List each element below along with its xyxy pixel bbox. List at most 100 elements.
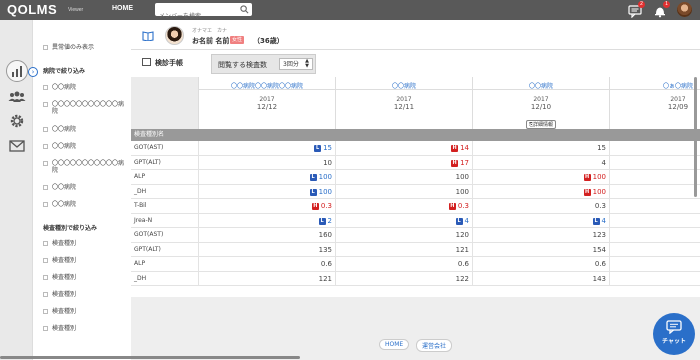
result-cell: 0.6 [336, 257, 473, 271]
result-value: 100 [318, 173, 332, 181]
checkbox[interactable] [43, 85, 48, 90]
horizontal-scrollbar[interactable] [0, 356, 300, 359]
result-value: 120 [455, 231, 469, 239]
checkbox[interactable] [43, 326, 48, 331]
filter-label: 検査種別 [52, 240, 77, 247]
detail-button[interactable]: ⎘詳細情報 [525, 120, 557, 129]
result-value: 0.6 [320, 260, 332, 268]
low-flag-icon: L [309, 188, 317, 196]
table-row: _DHL100100H1001001 [131, 184, 700, 199]
chat-button[interactable]: チャット [653, 313, 695, 355]
notification-button[interactable]: 1 [653, 1, 670, 18]
chart-nav-button[interactable] [6, 60, 28, 82]
high-flag-icon: H [448, 203, 456, 210]
result-cell: L4 [336, 213, 473, 228]
low-flag-icon: L [309, 174, 317, 181]
result-cell: 0.3 [473, 199, 610, 213]
high-flag-icon: H [451, 159, 459, 167]
type-filter-item[interactable]: 検査種別 [43, 240, 76, 247]
result-value: 4 [601, 158, 606, 167]
test-name: ALP [134, 260, 146, 267]
result-cell [610, 228, 700, 242]
user-avatar[interactable] [677, 2, 692, 17]
collapse-panel-icon[interactable]: › [28, 67, 38, 77]
checkbox[interactable] [43, 309, 48, 314]
table-row: ALP 0.6 0.6 0.6 [131, 257, 700, 272]
checkbox[interactable] [43, 45, 48, 50]
app-logo[interactable]: QOLMS [7, 2, 57, 17]
checkbox[interactable] [43, 202, 48, 207]
filter-label: 〇〇〇〇〇〇〇〇〇〇〇病院 [52, 101, 125, 115]
result-cell [610, 199, 700, 213]
type-filter-item[interactable]: 検査種別 [43, 325, 76, 332]
checkbox[interactable] [43, 275, 48, 280]
type-filter-item[interactable]: 検査種別 [43, 257, 76, 264]
group-icon[interactable] [8, 88, 26, 106]
checkbox[interactable] [43, 127, 48, 132]
hospital-filter-item[interactable]: 〇〇病院 [43, 184, 76, 191]
hospital-filter-item[interactable]: 〇〇〇〇〇〇〇〇〇〇〇病院 [43, 101, 127, 115]
type-filter-item[interactable]: 検査種別 [43, 291, 76, 298]
hospital-filter-item[interactable]: 〇〇病院 [43, 201, 76, 208]
test-name: ALP [134, 173, 146, 180]
result-value: 15 [597, 144, 606, 152]
hospital-filter-item[interactable]: 〇〇〇〇〇〇〇〇〇〇〇病院 [43, 160, 127, 174]
result-value: 0.6 [594, 260, 606, 268]
result-value: 121 [455, 245, 469, 254]
hospital-filter-item[interactable]: 〇〇病院 [43, 143, 76, 150]
result-value: 123 [592, 231, 606, 239]
result-cell: 0.6 [473, 257, 610, 271]
high-flag-icon: H [311, 203, 319, 210]
result-cell: 10 [199, 155, 336, 170]
hospital-link[interactable]: 〇〇病院〇〇病院〇〇病院 [199, 81, 335, 90]
checkbox[interactable] [43, 241, 48, 246]
result-cell: 0.6 [199, 257, 336, 271]
hospital-filter-item[interactable]: 〇〇病院 [43, 84, 76, 91]
hospital-link[interactable]: 〇〇病院 [473, 81, 609, 90]
date-column-header: 〇〇病院 2017 12/10 ⎘詳細情報 [473, 77, 610, 129]
checkbox[interactable] [43, 258, 48, 263]
column-year: 2017 [259, 96, 275, 103]
detail-label: 詳細情報 [533, 122, 554, 128]
low-flag-icon: L [318, 217, 326, 225]
checkbox[interactable] [43, 144, 48, 149]
gear-icon[interactable] [8, 112, 26, 130]
hospital-link[interactable]: 〇ぁ〇病院 [610, 81, 700, 90]
result-cell: L 100 [199, 184, 336, 199]
checkbox[interactable] [43, 185, 48, 190]
hospital-filter-item[interactable]: 〇〇病院 [43, 126, 76, 133]
book-icon[interactable] [142, 31, 154, 41]
type-filter-item[interactable]: 検査種別 [43, 274, 76, 281]
result-cell: 154 [473, 242, 610, 257]
member-search [155, 3, 252, 23]
message-button[interactable]: 2 [628, 1, 645, 19]
result-value: 100 [318, 187, 332, 196]
result-value: 4 [464, 216, 469, 225]
checkbox[interactable] [43, 102, 48, 107]
result-cell: 121 [199, 271, 336, 286]
toolbar: 検診手帳 閲覧する検査数 3回分 ▲ ▼ [131, 51, 700, 74]
table-row: GOT(AST) 160 120 123 [131, 228, 700, 243]
search-icon[interactable] [240, 5, 249, 14]
result-cell [610, 243, 700, 257]
checkbox[interactable] [43, 292, 48, 297]
nav-home-link[interactable]: HOME [112, 5, 133, 12]
type-filter-item[interactable]: 検査種別 [43, 308, 76, 315]
result-value: 100 [592, 173, 606, 181]
filter-label: 〇〇病院 [52, 126, 77, 133]
exam-count-select[interactable]: 3回分 ▲ ▼ [279, 58, 313, 70]
hospital-link[interactable]: 〇〇病院 [336, 81, 472, 90]
abnormal-only-option[interactable]: 異常値のみ表示 [43, 44, 94, 51]
high-flag-icon: H [583, 174, 591, 181]
result-cell: H 14 [336, 141, 473, 155]
vertical-scrollbar[interactable] [694, 77, 697, 197]
filter-label: 〇〇病院 [52, 143, 77, 150]
hospital-filter-heading: 病院で絞り込み [43, 68, 86, 75]
result-cell: H 0.3 [199, 199, 336, 213]
checkbox[interactable] [43, 161, 48, 166]
low-flag-icon: L [314, 145, 322, 152]
mail-icon[interactable] [8, 137, 26, 155]
result-value: 4 [601, 216, 606, 225]
footer-company-link[interactable]: 運営会社 [416, 339, 453, 352]
footer-home-link[interactable]: HOME [379, 339, 410, 350]
